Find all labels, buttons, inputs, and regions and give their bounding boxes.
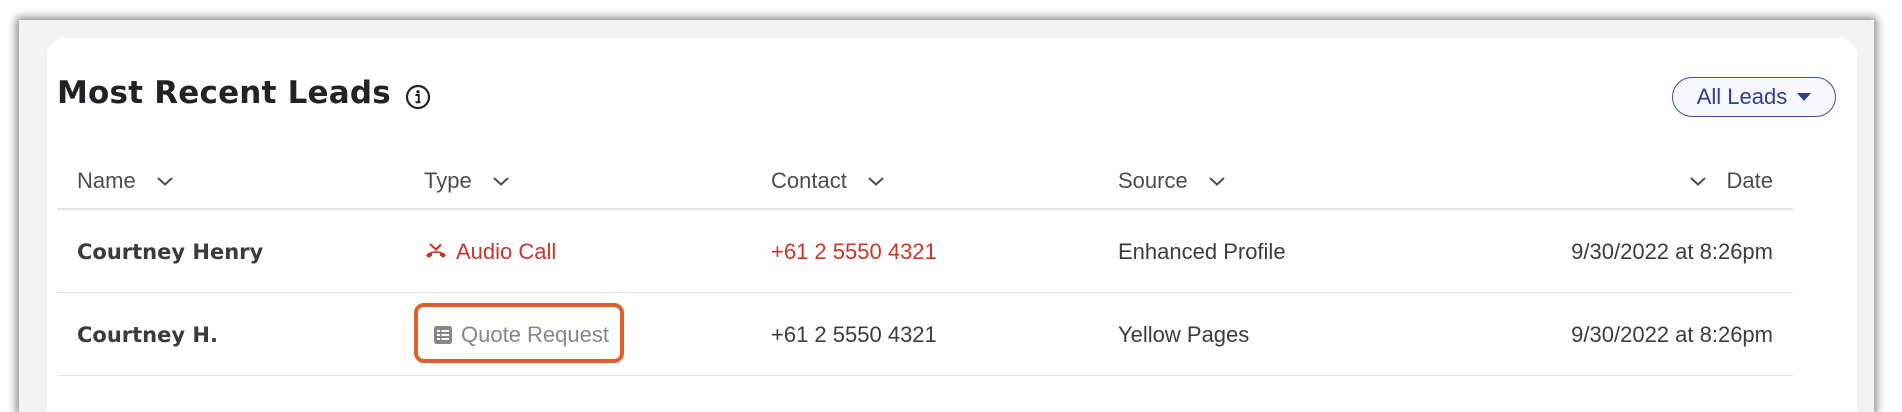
column-header-name[interactable]: Name: [77, 168, 174, 194]
app-window: Most Recent Leads All Leads Name Type Co…: [19, 20, 1874, 412]
caret-down-icon: [1797, 93, 1812, 101]
table-row[interactable]: Courtney Henry Audio Call +61 2 5550 432…: [57, 210, 1793, 293]
column-header-source[interactable]: Source: [1118, 168, 1226, 194]
chevron-down-icon: [493, 177, 509, 186]
all-leads-dropdown[interactable]: All Leads: [1672, 77, 1836, 117]
chevron-down-icon: [1209, 177, 1225, 186]
lead-date: 9/30/2022 at 8:26pm: [1571, 238, 1773, 264]
info-icon[interactable]: [405, 84, 431, 110]
column-header-date[interactable]: Date: [1689, 168, 1773, 194]
lead-name[interactable]: Courtney Henry: [77, 210, 263, 293]
chevron-down-icon: [1689, 177, 1706, 186]
table-row[interactable]: Courtney H. Quote Request +61 2 5550 432…: [57, 293, 1793, 376]
lead-contact[interactable]: +61 2 5550 4321: [771, 293, 937, 376]
column-header-type[interactable]: Type: [424, 168, 510, 194]
chevron-down-icon: [868, 177, 884, 186]
lead-type-label: Audio Call: [456, 238, 557, 264]
lead-source: Yellow Pages: [1118, 321, 1250, 347]
leads-table: Name Type Contact Source Date Courtney H…: [57, 150, 1793, 376]
lead-type[interactable]: Audio Call: [424, 210, 556, 293]
column-header-contact[interactable]: Contact: [771, 168, 885, 194]
table-header: Name Type Contact Source Date: [57, 150, 1793, 210]
chevron-down-icon: [157, 177, 173, 186]
all-leads-label: All Leads: [1696, 84, 1788, 109]
lead-date: 9/30/2022 at 8:26pm: [1571, 321, 1773, 347]
lead-source: Enhanced Profile: [1118, 238, 1286, 264]
phone-missed-icon: [426, 242, 446, 258]
card-title: Most Recent Leads: [57, 75, 391, 111]
highlight-box: [414, 303, 624, 363]
lead-contact[interactable]: +61 2 5550 4321: [771, 210, 937, 293]
lead-name[interactable]: Courtney H.: [77, 293, 218, 376]
